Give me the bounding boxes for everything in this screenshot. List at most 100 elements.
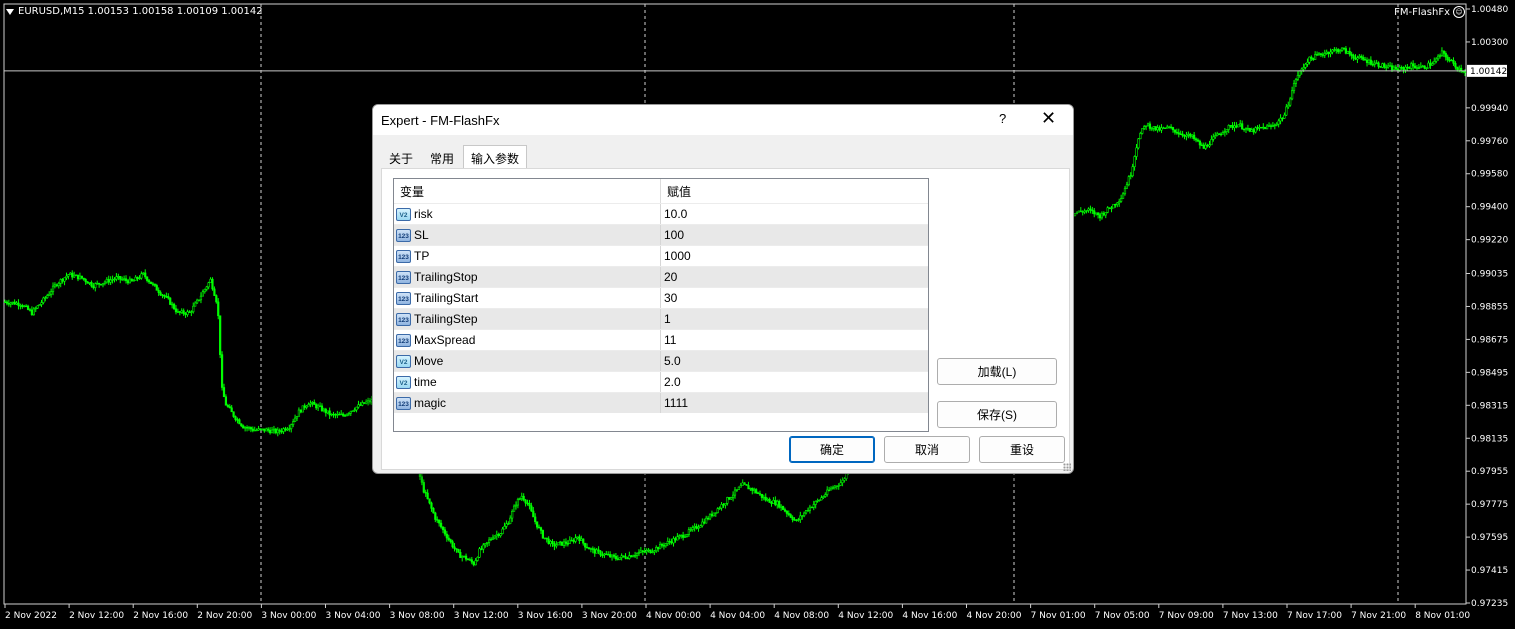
tab-about[interactable]: 关于 — [381, 145, 421, 170]
candle-body — [1262, 126, 1265, 129]
parameter-value-cell[interactable]: 30 — [661, 288, 928, 308]
parameter-value-cell[interactable]: 2.0 — [661, 372, 928, 392]
candle-body — [622, 555, 625, 557]
parameter-row[interactable]: 123 TrailingStart 30 — [394, 287, 928, 308]
help-icon[interactable]: ? — [999, 111, 1006, 126]
candle-body — [835, 485, 838, 488]
candle-body — [1390, 65, 1394, 71]
candle-body — [441, 526, 445, 531]
candle-body — [174, 308, 178, 313]
parameter-value-cell[interactable]: 1000 — [661, 246, 928, 266]
parameter-row[interactable]: 123 MaxSpread 11 — [394, 329, 928, 350]
candle-body — [318, 405, 322, 408]
column-header-variable[interactable]: 变量 — [394, 179, 661, 203]
candle-body — [1181, 133, 1184, 136]
candle-body — [758, 493, 762, 495]
dialog-title-bar[interactable]: Expert - FM-FlashFx ? ✕ — [373, 105, 1073, 135]
candle-body — [453, 546, 456, 549]
candle-body — [303, 405, 306, 408]
candle-body — [520, 495, 523, 499]
parameter-row[interactable]: 123 TrailingStop 20 — [394, 266, 928, 287]
candle-body — [501, 528, 504, 534]
candle-body — [1193, 134, 1196, 140]
tab-inputs[interactable]: 输入参数 — [463, 145, 528, 170]
expert-dialog: Expert - FM-FlashFx ? ✕ 关于 常用 输入参数 变量 赋值… — [372, 104, 1074, 474]
candle-body — [11, 301, 14, 304]
candle-body — [366, 400, 370, 403]
candle-body — [1110, 207, 1113, 210]
parameter-value-cell[interactable]: 10.0 — [661, 204, 928, 224]
candle-body — [824, 494, 827, 497]
parameter-name-cell[interactable]: 123 MaxSpread — [394, 330, 661, 350]
candle-body — [1219, 133, 1223, 136]
candle-body — [292, 421, 295, 425]
candle-body — [710, 513, 714, 517]
parameter-name-cell[interactable]: V2 Move — [394, 351, 661, 371]
save-button[interactable]: 保存(S) — [937, 401, 1057, 428]
candle-body — [561, 541, 564, 546]
candle-body — [1360, 55, 1363, 58]
parameter-name-cell[interactable]: V2 risk — [394, 204, 661, 224]
candle-body — [534, 516, 537, 523]
parameter-value-cell[interactable]: 100 — [661, 225, 928, 245]
reset-button[interactable]: 重设 — [979, 436, 1065, 463]
candle-body — [153, 283, 156, 286]
parameter-name-cell[interactable]: 123 SL — [394, 225, 661, 245]
dropdown-triangle-icon[interactable] — [6, 8, 14, 15]
parameter-row[interactable]: 123 TP 1000 — [394, 245, 928, 266]
candle-body — [338, 413, 341, 416]
parameter-value-cell[interactable]: 20 — [661, 267, 928, 287]
time-tick-label: 7 Nov 21:00 — [1351, 611, 1406, 621]
candle-body — [1446, 56, 1449, 61]
parameters-grid[interactable]: 变量 赋值 V2 risk 10.0 123 SL 100 123 TP 1000 123 Trai… — [393, 178, 929, 432]
parameter-value-cell[interactable]: 11 — [661, 330, 928, 350]
candle-body — [36, 305, 39, 309]
parameter-name-cell[interactable]: 123 TrailingStart — [394, 288, 661, 308]
candle-body — [818, 499, 821, 502]
resize-grip-icon[interactable] — [1063, 463, 1071, 471]
candle-body — [814, 501, 817, 505]
candle-body — [28, 309, 32, 311]
parameter-row[interactable]: V2 risk 10.0 — [394, 203, 928, 224]
cancel-button[interactable]: 取消 — [884, 436, 970, 463]
parameter-row[interactable]: V2 time 2.0 — [394, 371, 928, 392]
candle-body — [1427, 62, 1430, 69]
candle-body — [1325, 51, 1328, 54]
candle-body — [1287, 104, 1290, 108]
candle-body — [626, 557, 629, 560]
parameter-row[interactable]: 123 SL 100 — [394, 224, 928, 245]
candle-body — [476, 556, 479, 561]
candle-body — [199, 295, 203, 301]
candle-body — [680, 534, 683, 537]
parameter-row[interactable]: 123 magic 1111 — [394, 392, 928, 413]
time-tick-label: 3 Nov 00:00 — [261, 611, 316, 621]
parameter-name: Move — [414, 354, 444, 368]
candle-body — [664, 543, 667, 547]
parameter-name-cell[interactable]: 123 TrailingStop — [394, 267, 661, 287]
parameter-name-cell[interactable]: 123 TrailingStep — [394, 309, 661, 329]
parameter-name-cell[interactable]: V2 time — [394, 372, 661, 392]
parameter-value-cell[interactable]: 1111 — [661, 393, 928, 413]
candle-body — [1125, 184, 1128, 189]
candle-body — [576, 536, 579, 539]
candle-body — [795, 519, 798, 521]
ok-button[interactable]: 确定 — [789, 436, 875, 463]
candle-body — [274, 428, 277, 434]
candle-body — [587, 547, 591, 550]
parameter-value-cell[interactable]: 5.0 — [661, 351, 928, 371]
close-icon[interactable]: ✕ — [1041, 108, 1056, 129]
parameter-name-cell[interactable]: 123 magic — [394, 393, 661, 413]
candle-body — [249, 427, 252, 430]
parameter-value-cell[interactable]: 1 — [661, 309, 928, 329]
column-header-value[interactable]: 赋值 — [661, 179, 928, 203]
time-tick-label: 4 Nov 08:00 — [774, 611, 829, 621]
candle-body — [778, 500, 781, 508]
parameter-name-cell[interactable]: 123 TP — [394, 246, 661, 266]
tab-common[interactable]: 常用 — [422, 145, 462, 170]
parameter-row[interactable]: 123 TrailingStep 1 — [394, 308, 928, 329]
parameter-row[interactable]: V2 Move 5.0 — [394, 350, 928, 371]
candle-body — [1450, 59, 1453, 62]
load-button[interactable]: 加载(L) — [937, 358, 1057, 385]
candle-body — [438, 519, 441, 524]
expert-advisor-label[interactable]: FM-FlashFx ☺ — [1394, 6, 1465, 18]
